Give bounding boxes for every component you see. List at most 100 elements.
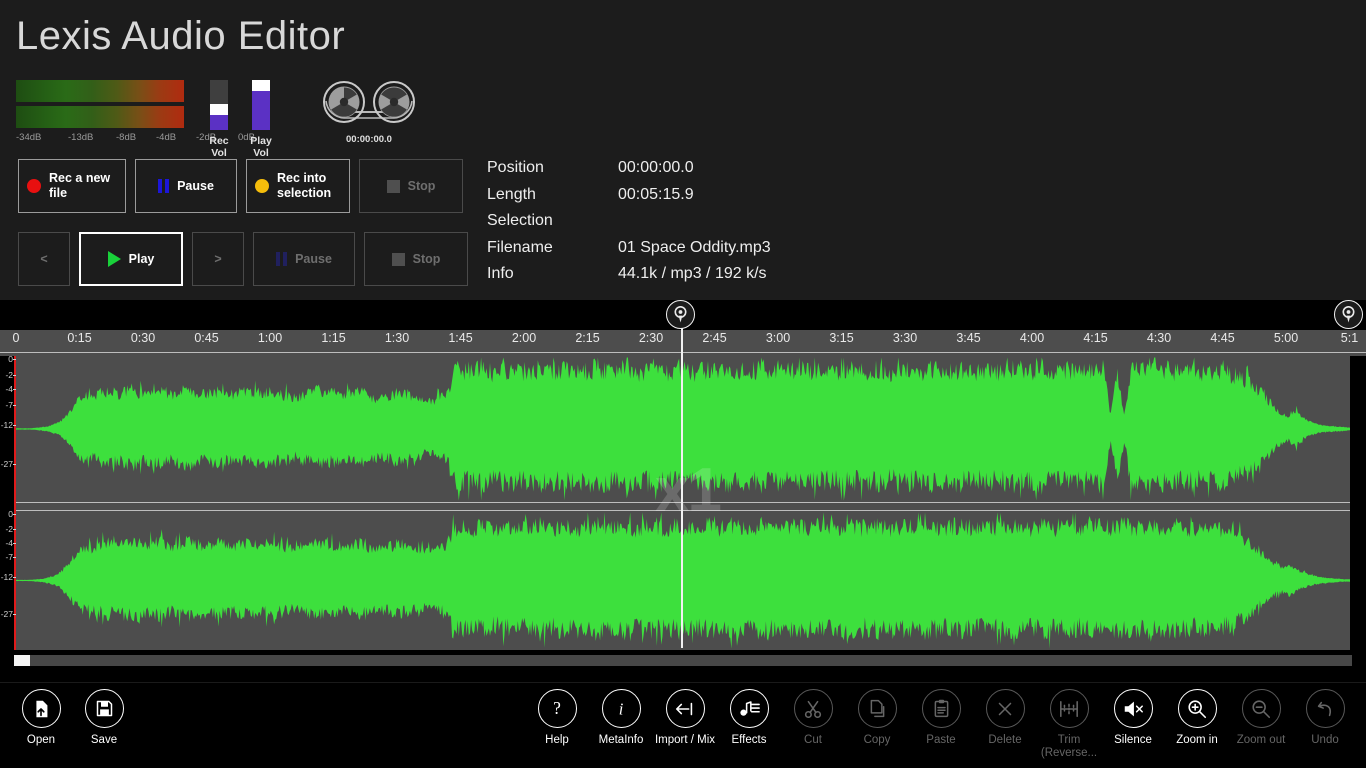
- horizontal-scrollbar[interactable]: [14, 655, 1352, 666]
- play-stop-button: Stop: [364, 232, 468, 286]
- ruler-tick-label: 4:15: [1083, 331, 1108, 345]
- top-panel: Lexis Audio Editor -34dB -13dB -8dB -4dB -2d…: [0, 0, 1366, 300]
- info-row: Info 44.1k / mp3 / 192 k/s: [487, 265, 771, 292]
- ruler-tick-label: 3:30: [892, 331, 918, 345]
- info-key: Selection: [487, 212, 553, 229]
- meter-scale-label: -8dB: [116, 132, 137, 143]
- zoom-in-icon: [1177, 689, 1217, 728]
- trim-button-label2: (Reverse...: [1040, 747, 1098, 759]
- waveform-canvas[interactable]: [16, 356, 1350, 650]
- db-axis-label: -27: [0, 459, 13, 469]
- rec-into-selection-button-label: Rec into selection: [277, 171, 332, 200]
- db-axis: 0 -2 -4 -7 -12 -27 0 -2 -4 -7 -12 -27: [0, 354, 16, 650]
- play-triangle-icon: [107, 251, 121, 267]
- end-marker-handle[interactable]: [1334, 300, 1363, 329]
- db-axis-label: -7: [5, 399, 13, 410]
- db-axis-label: -12: [0, 571, 13, 582]
- pause-bars-icon: [158, 179, 170, 193]
- ruler-tick-label: 0: [12, 331, 20, 345]
- play-stop-button-label: Stop: [412, 251, 441, 266]
- file-info-panel: Position 00:00:00.0 Length 00:05:15.9 Select…: [487, 159, 771, 292]
- ruler-baseline: [0, 352, 1366, 353]
- lexis-audio-editor-window: Lexis Audio Editor -34dB -13dB -8dB -4dB -2d…: [0, 0, 1366, 768]
- waveform-channel-right: [16, 511, 1350, 650]
- play-button[interactable]: Play: [79, 232, 183, 286]
- app-title: Lexis Audio Editor: [16, 14, 346, 58]
- stop-square-icon: [391, 252, 405, 266]
- rec-stop-button: Stop: [359, 159, 463, 213]
- skip-back-button[interactable]: <: [18, 232, 70, 286]
- ruler-tick-label: 5:00: [1273, 331, 1299, 345]
- volume-sliders: Rec Vol Play Vol: [206, 80, 274, 159]
- info-value: 00:00:00.0: [618, 159, 694, 176]
- info-row: Position 00:00:00.0: [487, 159, 771, 186]
- ruler-tick-label: 2:45: [702, 331, 727, 345]
- import-arrow-icon: [665, 689, 705, 728]
- info-value: 44.1k / mp3 / 192 k/s: [618, 265, 767, 282]
- play-vol-label: Play Vol: [250, 135, 272, 159]
- tape-reels-icon: [323, 81, 415, 123]
- info-value: 01 Space Oddity.mp3: [618, 238, 771, 256]
- svg-text:i: i: [619, 699, 624, 718]
- play-vol[interactable]: Play Vol: [248, 80, 274, 159]
- scrollbar-thumb[interactable]: [14, 655, 31, 666]
- undo-arrow-icon: [1305, 689, 1345, 728]
- rec-vol-label: Rec Vol: [209, 135, 229, 159]
- save-button[interactable]: Save: [65, 689, 143, 747]
- waveform-path: [16, 357, 1350, 501]
- play-vol-fill: [252, 91, 270, 130]
- db-axis-label: -7: [5, 552, 13, 563]
- ruler-tick-label: 2:00: [511, 331, 537, 345]
- ruler-tick-label: 3:00: [765, 331, 791, 345]
- effects-note-icon: [729, 689, 769, 728]
- info-value: 00:05:15.9: [618, 185, 694, 203]
- play-vol-track[interactable]: [252, 80, 270, 130]
- stop-square-icon: [386, 179, 400, 193]
- ruler-tick-label: 1:15: [321, 331, 346, 345]
- info-key: Length: [487, 185, 536, 203]
- play-vol-knob[interactable]: [252, 80, 270, 91]
- play-pause-button: Pause: [253, 232, 355, 286]
- bottom-toolbar: Open Save? Help i MetaInfo Import / Mix Effect…: [0, 682, 1366, 768]
- ruler-tick-label: 0:15: [67, 331, 92, 345]
- ruler-tick-label: 2:15: [575, 331, 600, 345]
- rec-new-file-button[interactable]: Rec a new file: [18, 159, 126, 213]
- open-file-icon: [21, 689, 61, 728]
- rec-vol-knob[interactable]: [210, 104, 228, 115]
- ruler-tick-label: 0:45: [194, 331, 219, 345]
- info-key: Position: [487, 159, 544, 176]
- scissors-icon: [793, 689, 833, 728]
- record-transport-row: Rec a new file Pause Rec into selection Sto…: [18, 159, 463, 213]
- channel-divider-top: [16, 502, 1350, 503]
- skip-forward-button-label: >: [214, 251, 222, 266]
- record-dot-icon: [27, 179, 41, 193]
- skip-forward-button[interactable]: >: [192, 232, 244, 286]
- x-cross-icon: [985, 689, 1025, 728]
- info-row: Selection: [487, 212, 771, 239]
- clipboard-icon: [921, 689, 961, 728]
- db-axis-label: -4: [5, 537, 13, 548]
- level-meter-left: [16, 80, 184, 102]
- info-row: Filename 01 Space Oddity.mp3: [487, 239, 771, 266]
- tape-reel-display: 00:00:00.0: [322, 80, 416, 145]
- playhead-handle[interactable]: [666, 300, 695, 329]
- ruler-tick-label: 3:45: [956, 331, 981, 345]
- pin-icon: [674, 306, 687, 323]
- db-axis-label: -2: [5, 370, 13, 381]
- playback-transport-row: < Play > Pause Stop: [18, 232, 468, 286]
- waveform-editor[interactable]: 0 0:15 0:30 0:45 1:00 1:15 1:30 1:45 2:00 2:15 2:3…: [0, 300, 1366, 668]
- zoom-out-icon: [1241, 689, 1281, 728]
- rec-vol[interactable]: Rec Vol: [206, 80, 232, 159]
- rec-vol-track[interactable]: [210, 80, 228, 130]
- level-meter-right: [16, 106, 184, 128]
- ruler-tick-label: 4:30: [1146, 331, 1172, 345]
- info-key: Filename: [487, 238, 553, 256]
- ruler-tick-label: 1:30: [384, 331, 410, 345]
- meter-scale-label: -4dB: [156, 132, 177, 143]
- info-key: Info: [487, 265, 514, 282]
- ruler-tick-label: 4:00: [1019, 331, 1045, 345]
- rec-new-file-button-label: Rec a new file: [49, 171, 111, 200]
- rec-pause-button[interactable]: Pause: [135, 159, 237, 213]
- rec-into-selection-button[interactable]: Rec into selection: [246, 159, 350, 213]
- record-dot-amber-icon: [255, 179, 269, 193]
